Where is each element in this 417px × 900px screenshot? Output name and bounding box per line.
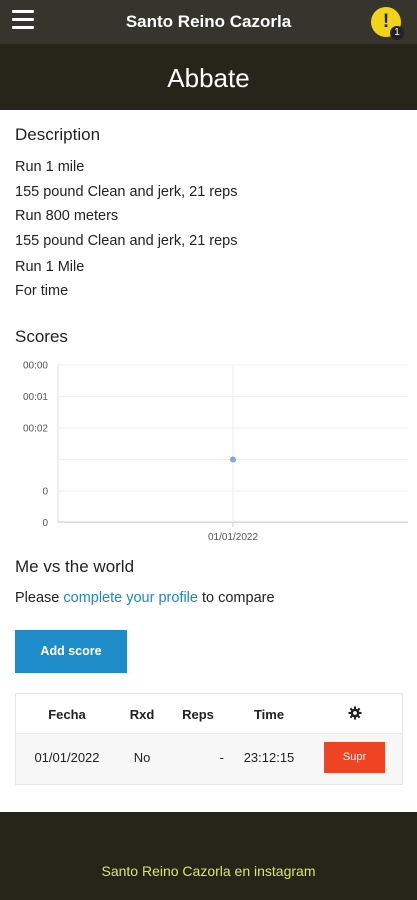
column-header-time: Time [253,707,285,722]
description-line: 155 pound Clean and jerk, 21 reps [15,184,238,200]
y-tick-label: 00:01 [23,392,48,403]
column-header-fecha: Fecha [48,707,86,722]
x-tick-label: 01/01/2022 [208,532,258,543]
main-content: Description Run 1 mile 155 pound Clean a… [0,110,417,812]
gear-icon [340,706,370,723]
description-heading: Description [15,125,101,144]
description-line: Run 1 mile [15,159,85,175]
y-tick-label: 00:00 [23,361,48,372]
description-line: For time [15,283,69,299]
page-title: Abbate [167,63,250,93]
scores-table: Fecha Rxd Reps Time 01/01/2022 No - 23:1… [15,693,403,785]
description-line: Run 1 Mile [15,259,85,275]
scores-heading: Scores [15,327,68,346]
complete-profile-link[interactable]: complete your profile [63,590,198,606]
instagram-link[interactable]: Santo Reino Cazorla en instagram [0,863,417,879]
alert-icon[interactable]: ! 1 [371,7,404,40]
column-header-reps: Reps [182,707,214,722]
y-tick-label: 0 [42,487,48,498]
description-line: Run 800 meters [15,208,119,224]
table-header: Fecha Rxd Reps Time [16,694,402,734]
footer: Santo Reino Cazorla en instagram [0,812,417,900]
cell-time: 23:12:15 [243,750,295,765]
column-header-rxd: Rxd [129,707,155,722]
alert-count-badge: 1 [390,26,404,40]
wod-header: Abbate [0,44,417,110]
data-point [230,456,236,463]
add-score-button[interactable]: Add score [15,630,127,673]
delete-score-button[interactable]: Supr [324,742,385,773]
description-line: 155 pound Clean and jerk, 21 reps [15,233,238,249]
scores-chart: 00:00 00:01 00:02 0 0 01/01/2022 [23,361,408,543]
y-tick-label: 00:02 [23,424,48,435]
compare-prefix: Please [15,590,64,606]
cell-rxd: No [133,750,151,765]
compare-text: Please complete your profile to compare [15,590,275,606]
y-tick-label: 0 [42,518,48,529]
compare-heading: Me vs the world [15,557,135,576]
app-title: Santo Reino Cazorla [125,12,292,31]
top-navbar: Santo Reino Cazorla ! 1 [0,0,417,44]
compare-suffix: to compare [197,590,275,606]
cell-reps: - [219,750,224,765]
cell-fecha: 01/01/2022 [34,750,100,765]
table-row: 01/01/2022 No - 23:12:15 Supr [16,734,402,784]
gear-icon-glyph [348,706,362,720]
